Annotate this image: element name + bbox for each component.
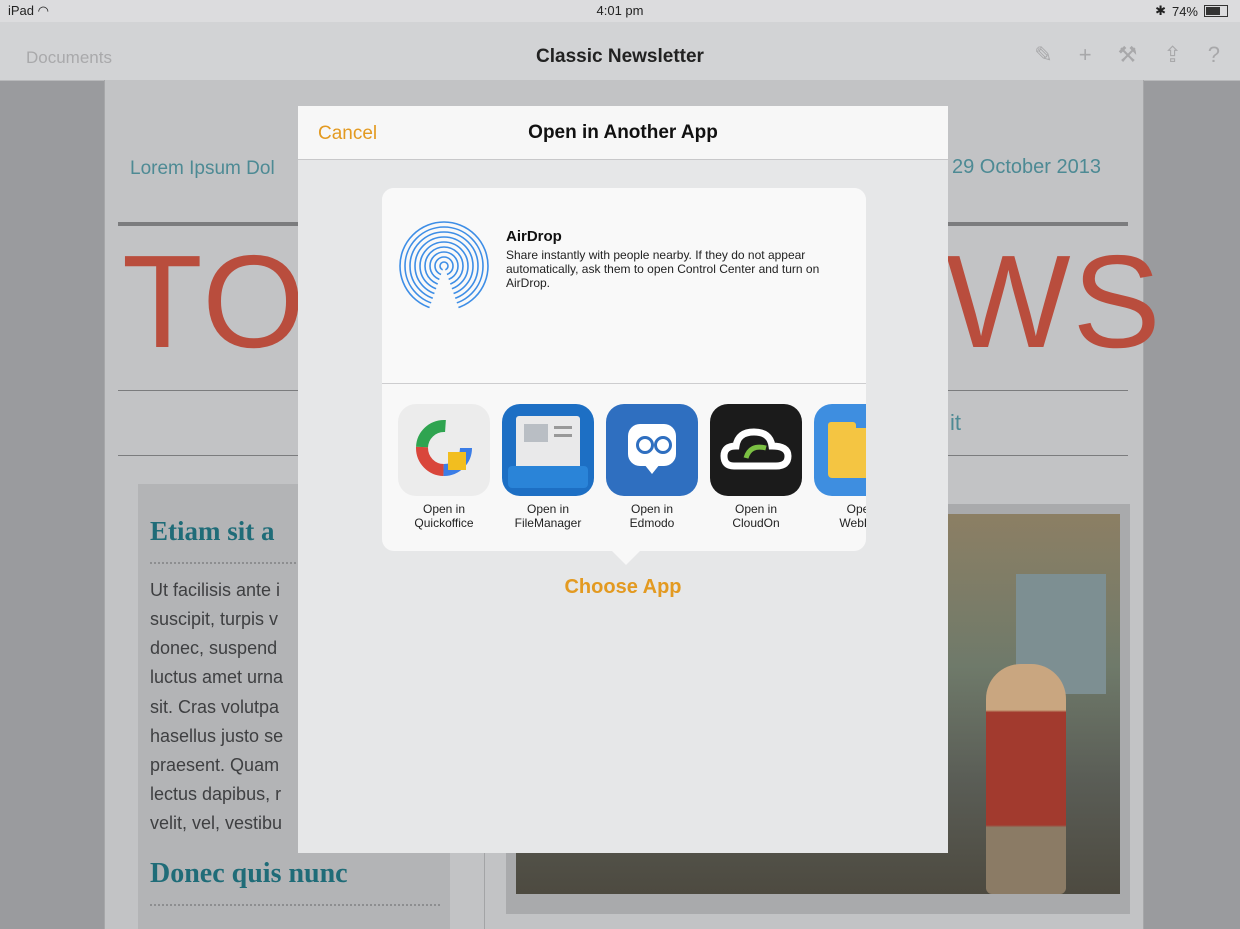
masthead-right: WS bbox=[946, 228, 1163, 375]
bluetooth-icon: ✱ bbox=[1155, 3, 1166, 18]
airdrop-title: AirDrop bbox=[506, 228, 562, 245]
body-line: Ut facilisis ante i bbox=[150, 580, 281, 600]
body-line: suscipit, turpis v bbox=[150, 609, 279, 629]
status-right: ✱ 74% bbox=[1155, 3, 1228, 19]
newsletter-dateline-left: Lorem Ipsum Dol bbox=[130, 158, 275, 179]
app-label: Open in FileManager bbox=[514, 502, 582, 530]
body-line: hasellus justo se bbox=[150, 726, 284, 746]
article-heading-2: Donec quis nunc bbox=[150, 858, 348, 889]
quickoffice-icon bbox=[398, 404, 490, 496]
airdrop-description: Share instantly with people nearby. If t… bbox=[506, 248, 820, 290]
subhead-fragment: it bbox=[950, 410, 961, 435]
airdrop-section[interactable]: AirDrop Share instantly with people near… bbox=[382, 188, 866, 384]
article-heading-1: Etiam sit a bbox=[150, 516, 275, 546]
brush-icon[interactable]: ✎ bbox=[1034, 42, 1052, 68]
body-line: donec, suspend bbox=[150, 638, 278, 658]
wrench-icon[interactable]: ⚒ bbox=[1118, 42, 1138, 68]
status-bar: iPad ◠ 4:01 pm ✱ 74% bbox=[0, 0, 1240, 22]
body-line: luctus amet urna bbox=[150, 667, 284, 687]
choose-app-button[interactable]: Choose App bbox=[298, 576, 948, 599]
app-label: Open in CloudOn bbox=[732, 502, 780, 530]
share-icon[interactable]: ⇪ bbox=[1163, 42, 1181, 68]
airdrop-icon bbox=[399, 221, 489, 312]
newsletter-date: 29 October 2013 bbox=[952, 156, 1101, 178]
app-webdav[interactable]: OperWebDA bbox=[808, 404, 866, 530]
webdav-folder-icon bbox=[814, 404, 866, 496]
filemanager-icon bbox=[502, 404, 594, 496]
clock: 4:01 pm bbox=[596, 3, 644, 18]
body-line: sit. Cras volutpa bbox=[150, 697, 280, 717]
battery-percent: 74% bbox=[1171, 3, 1198, 19]
heading-divider bbox=[150, 904, 440, 906]
open-in-dialog: Cancel Open in Another App AirDrop Share… bbox=[298, 106, 948, 853]
body-line: praesent. Quam bbox=[150, 755, 280, 775]
help-icon[interactable]: ? bbox=[1208, 42, 1220, 68]
plus-icon[interactable]: + bbox=[1079, 42, 1092, 68]
photo-child bbox=[986, 664, 1066, 894]
body-line: lectus dapibus, r bbox=[150, 784, 282, 804]
dialog-header: Cancel Open in Another App bbox=[298, 106, 948, 160]
cloudon-icon bbox=[710, 404, 802, 496]
app-quickoffice[interactable]: Open in Quickoffice bbox=[392, 404, 496, 530]
app-edmodo[interactable]: Open in Edmodo bbox=[600, 404, 704, 530]
app-cloudon[interactable]: Open in CloudOn bbox=[704, 404, 808, 530]
share-sheet: AirDrop Share instantly with people near… bbox=[382, 188, 866, 551]
app-label: Open in Edmodo bbox=[629, 502, 675, 530]
nav-bar: Documents Classic Newsletter ✎ + ⚒ ⇪ ? bbox=[0, 22, 1240, 81]
app-filemanager[interactable]: Open in FileManager bbox=[496, 404, 600, 530]
app-label: OperWebDA bbox=[839, 502, 866, 530]
body-line: velit, vel, vestibu bbox=[150, 813, 283, 833]
app-label: Open in Quickoffice bbox=[414, 502, 474, 530]
dialog-title: Open in Another App bbox=[528, 122, 718, 143]
app-row: Open inQuickoffice Open inFileManager bbox=[382, 384, 866, 551]
toolbar: ✎ + ⚒ ⇪ ? bbox=[1034, 42, 1220, 68]
masthead-left: TO bbox=[122, 228, 307, 375]
edmodo-icon bbox=[606, 404, 698, 496]
battery-icon bbox=[1204, 5, 1228, 17]
popover-pointer bbox=[612, 551, 640, 565]
